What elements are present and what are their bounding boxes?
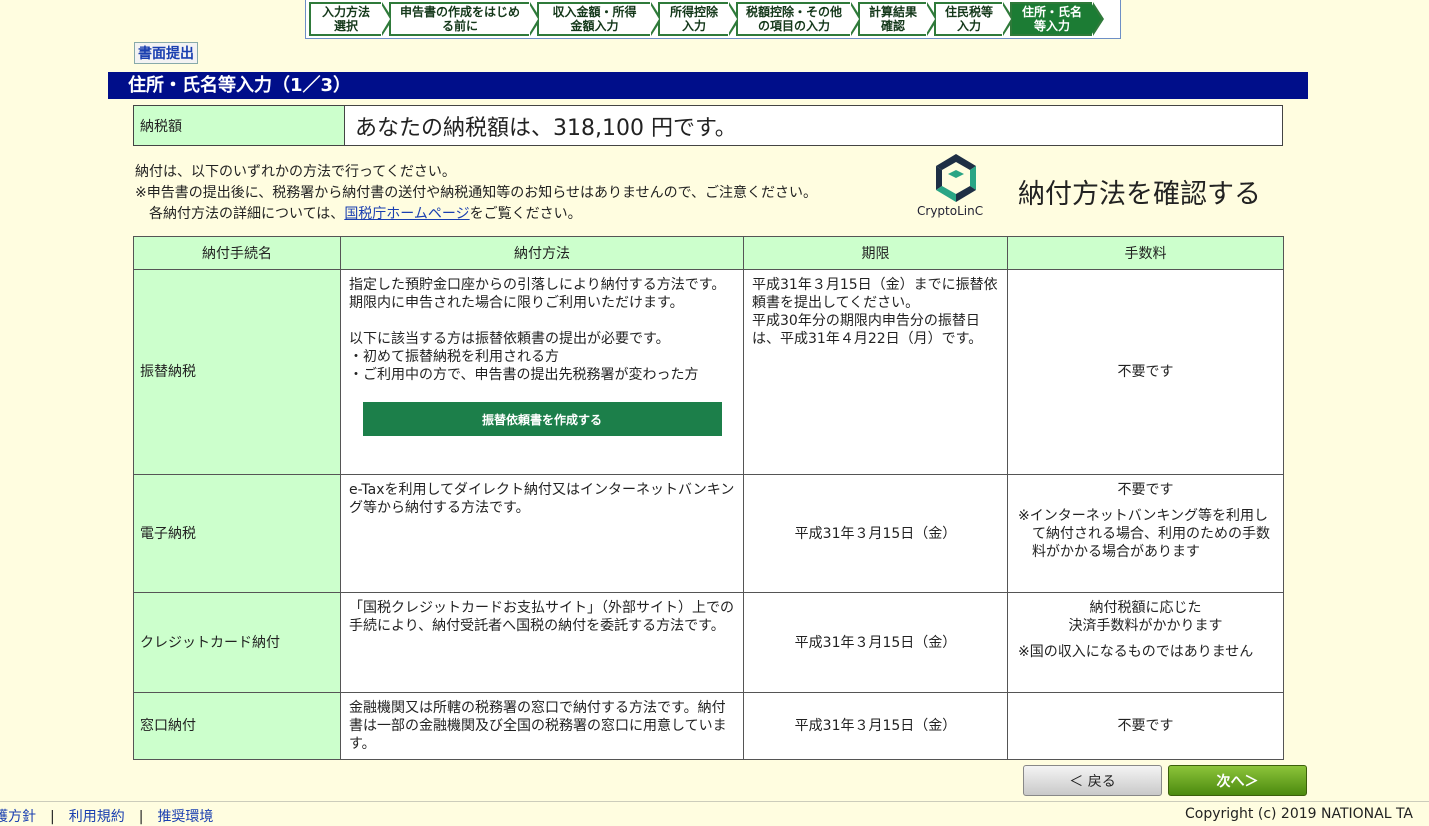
note-line-2: ※申告書の提出後に、税務署から納付書の送付や納税通知等のお知らせはありませんので…: [135, 185, 818, 201]
row-deadline-credit-card: 平成31年３月15日（金）: [743, 592, 1008, 693]
table-row: 窓口納付 金融機関又は所轄の税務署の窓口で納付する方法です。納付書は一部の金融機…: [133, 692, 1284, 760]
tax-amount-label: 納税額: [134, 106, 345, 145]
row-fee-electronic: 不要です ※インターネットバンキング等を利用して納付される場合、利用のための手数…: [1007, 474, 1284, 593]
table-row: 電子納税 e-Taxを利用してダイレクト納付又はインターネットバンキング等から納…: [133, 474, 1284, 593]
recommended-environment-link[interactable]: 推奨環境: [157, 809, 213, 825]
step-calculation-result: 計算結果 確認: [858, 2, 938, 36]
header-deadline: 期限: [743, 236, 1008, 270]
nta-homepage-link[interactable]: 国税庁ホームページ: [344, 206, 469, 222]
confirm-payment-method-link[interactable]: 納付方法を確認する: [1018, 172, 1261, 211]
table-header-row: 納付手続名 納付方法 期限 手数料: [133, 236, 1284, 270]
footer-divider: [0, 801, 1429, 802]
payment-methods-table: 納付手続名 納付方法 期限 手数料 振替納税 指定した預貯金口座からの引落しによ…: [133, 236, 1284, 760]
row-name-credit-card: クレジットカード納付: [133, 592, 341, 693]
row-name-counter: 窓口納付: [133, 692, 341, 760]
tax-amount-value: あなたの納税額は、318,100 円です。: [355, 115, 737, 141]
row-method-counter: 金融機関又は所轄の税務署の窓口で納付する方法です。納付書は一部の金融機関及び全国…: [340, 692, 744, 760]
step-address-name: 住所・氏名 等入力: [1010, 2, 1104, 36]
row-fee-credit-card: 納付税額に応じた 決済手数料がかかります ※国の収入になるものではありません: [1007, 592, 1284, 693]
header-procedure-name: 納付手続名: [133, 236, 341, 270]
note-line-3: 各納付方法の詳細については、国税庁ホームページをご覧ください。: [149, 206, 582, 222]
note-line-1: 納付は、以下のいずれかの方法で行ってください。: [135, 164, 456, 180]
terms-of-use-link[interactable]: 利用規約: [69, 809, 125, 825]
page-title: 住所・氏名等入力（1／3）: [108, 72, 1308, 99]
row-fee-transfer: 不要です: [1007, 269, 1284, 475]
row-name-transfer: 振替納税: [133, 269, 341, 475]
table-row: クレジットカード納付 「国税クレジットカードお支払サイト」（外部サイト）上での手…: [133, 592, 1284, 693]
payment-notes: 納付は、以下のいずれかの方法で行ってください。 ※申告書の提出後に、税務署から納…: [135, 162, 817, 225]
paper-submission-button[interactable]: 書面提出: [134, 42, 198, 64]
step-resident-tax: 住民税等 入力: [934, 2, 1014, 36]
header-fee: 手数料: [1007, 236, 1284, 270]
row-method-transfer: 指定した預貯金口座からの引落しにより納付する方法です。 期限内に申告された場合に…: [340, 269, 744, 475]
table-row: 振替納税 指定した預貯金口座からの引落しにより納付する方法です。 期限内に申告さ…: [133, 269, 1284, 475]
step-before-start: 申告書の作成をはじめ る前に: [389, 2, 541, 36]
row-deadline-electronic: 平成31年３月15日（金）: [743, 474, 1008, 593]
footer-links: 保護方針|利用規約|推奨環境: [0, 806, 213, 826]
row-method-electronic: e-Taxを利用してダイレクト納付又はインターネットバンキング等から納付する方法…: [340, 474, 744, 593]
step-deduction-input: 所得控除 入力: [658, 2, 740, 36]
row-name-electronic: 電子納税: [133, 474, 341, 593]
row-deadline-counter: 平成31年３月15日（金）: [743, 692, 1008, 760]
step-input-method: 入力方法 選択: [309, 2, 393, 36]
step-income-input: 収入金額・所得 金額入力: [537, 2, 662, 36]
create-transfer-request-button[interactable]: 振替依頼書を作成する: [362, 402, 722, 436]
progress-steps: 入力方法 選択 申告書の作成をはじめ る前に 収入金額・所得 金額入力 所得控除…: [305, 0, 1121, 39]
back-button[interactable]: ＜ 戻る: [1023, 765, 1162, 796]
next-button[interactable]: 次へ＞: [1168, 765, 1307, 796]
row-deadline-transfer: 平成31年３月15日（金）までに振替依頼書を提出してください。 平成30年分の期…: [743, 269, 1008, 475]
row-fee-counter: 不要です: [1007, 692, 1284, 760]
header-payment-method: 納付方法: [340, 236, 744, 270]
row-method-credit-card: 「国税クレジットカードお支払サイト」（外部サイト）上での手続により、納付受託者へ…: [340, 592, 744, 693]
cryptolinc-logo-text: CryptoLinC: [917, 204, 984, 218]
privacy-policy-link[interactable]: 保護方針: [0, 809, 36, 825]
step-tax-credit-input: 税額控除・その他 の項目の入力: [736, 2, 862, 36]
tax-amount-box: 納税額 あなたの納税額は、318,100 円です。: [133, 105, 1283, 146]
